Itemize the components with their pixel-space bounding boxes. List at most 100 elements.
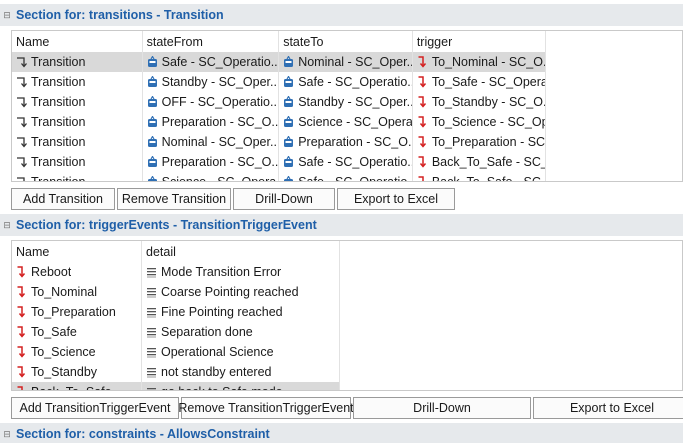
cell-state-from[interactable]: Preparation - SC_O...	[143, 112, 280, 132]
column-header[interactable]: stateFrom	[143, 31, 280, 52]
table-row[interactable]: Transition Standby - SC_Oper... Safe - SC_…	[12, 72, 682, 92]
remove-transition-button[interactable]: Remove Transition	[117, 188, 231, 210]
cell-name[interactable]: To_Nominal	[12, 282, 142, 302]
trigger-event-icon	[417, 156, 428, 168]
cell-state-from[interactable]: Nominal - SC_Oper...	[143, 132, 280, 152]
cell-detail[interactable]: Coarse Pointing reached	[142, 282, 340, 302]
add-trigger-event-button[interactable]: Add TransitionTriggerEvent	[11, 397, 179, 419]
section-header-trigger-events[interactable]: ⊟ Section for: triggerEvents - Transitio…	[0, 214, 683, 236]
cell-state-to[interactable]: Science - SC_Opera...	[279, 112, 413, 132]
collapse-toggle-icon[interactable]: ⊟	[2, 429, 12, 439]
cell-detail-text: Separation done	[161, 325, 253, 339]
column-header-text: trigger	[416, 34, 453, 49]
table-row[interactable]: Transition Science - SC_Opera... Safe - SC…	[12, 172, 682, 181]
cell-state-to[interactable]: Preparation - SC_O...	[279, 132, 413, 152]
cell-detail[interactable]: not standby entered	[142, 362, 340, 382]
cell-detail[interactable]: Fine Pointing reached	[142, 302, 340, 322]
transition-arrow-icon	[16, 136, 27, 148]
cell-trigger[interactable]: Back_To_Safe - SC_...	[413, 152, 547, 172]
cell-name[interactable]: Transition	[12, 92, 143, 112]
column-header[interactable]: Name	[12, 31, 143, 52]
add-transition-button[interactable]: Add Transition	[11, 188, 115, 210]
cell-state-to[interactable]: Safe - SC_Operatio...	[279, 152, 413, 172]
cell-state-from[interactable]: Preparation - SC_O...	[143, 152, 280, 172]
export-to-excel-button[interactable]: Export to Excel	[337, 188, 455, 210]
cell-trigger[interactable]: To_Standby - SC_O...	[413, 92, 547, 112]
table-row[interactable]: Transition Nominal - SC_Oper... Preparatio…	[12, 132, 682, 152]
cell-name[interactable]: Transition	[12, 52, 143, 72]
export-to-excel-button[interactable]: Export to Excel	[533, 397, 683, 419]
table-row[interactable]: Transition Preparation - SC_O... Science -…	[12, 112, 682, 132]
trigger-event-icon	[16, 266, 27, 278]
collapse-toggle-icon[interactable]: ⊟	[2, 220, 12, 230]
cell-detail-text: Mode Transition Error	[161, 265, 282, 279]
empty-cell	[340, 282, 682, 302]
column-header[interactable]: stateTo	[279, 31, 413, 52]
cell-state-to[interactable]: Safe - SC_Operatio...	[279, 172, 413, 181]
cell-name[interactable]: Transition	[12, 172, 143, 181]
cell-name[interactable]: Transition	[12, 112, 143, 132]
cell-name[interactable]: To_Standby	[12, 362, 142, 382]
cell-trigger[interactable]: To_Science - SC_Op...	[413, 112, 547, 132]
column-header-text: stateFrom	[146, 34, 203, 49]
table-row[interactable]: To_Standby not standby entered	[12, 362, 682, 382]
cell-state-to[interactable]: Nominal - SC_Oper...	[279, 52, 413, 72]
trigger-events-table[interactable]: Name detail Reboot Mode Transition Error To_…	[11, 240, 683, 391]
section-header-constraints[interactable]: ⊟ Section for: constraints - AllowsConst…	[0, 423, 683, 443]
transitions-table[interactable]: Name stateFrom stateTo trigger Transition Saf…	[11, 30, 683, 182]
cell-detail[interactable]: Operational Science	[142, 342, 340, 362]
trigger-event-icon	[16, 326, 27, 338]
remove-trigger-event-button[interactable]: Remove TransitionTriggerEvent	[178, 397, 354, 419]
cell-detail[interactable]: Mode Transition Error	[142, 262, 340, 282]
table-row[interactable]: To_Nominal Coarse Pointing reached	[12, 282, 682, 302]
table-row[interactable]: Transition Preparation - SC_O... Safe - SC…	[12, 152, 682, 172]
cell-trigger-text: To_Nominal - SC_O...	[431, 55, 546, 69]
cell-state-to[interactable]: Standby - SC_Oper...	[279, 92, 413, 112]
cell-name[interactable]: To_Science	[12, 342, 142, 362]
cell-trigger[interactable]: Back_To_Safe - SC_...	[413, 172, 547, 181]
table-row[interactable]: Reboot Mode Transition Error	[12, 262, 682, 282]
cell-trigger[interactable]: To_Nominal - SC_O...	[412, 52, 547, 72]
cell-trigger[interactable]: To_Preparation - SC...	[413, 132, 547, 152]
column-header[interactable]: trigger	[413, 31, 547, 52]
cell-state-from[interactable]: Safe - SC_Operatio...	[143, 52, 280, 72]
state-icon	[147, 115, 158, 128]
column-header[interactable]: Name	[12, 241, 142, 262]
cell-name[interactable]: Reboot	[12, 262, 142, 282]
cell-state-from[interactable]: OFF - SC_Operatio...	[143, 92, 280, 112]
cell-name-text: Transition	[31, 95, 86, 109]
cell-name-text: To_Science	[31, 345, 96, 359]
cell-state-from-text: Nominal - SC_Oper...	[161, 135, 279, 149]
cell-detail[interactable]: go back to Safe mode	[142, 382, 340, 390]
column-header[interactable]: detail	[142, 241, 340, 262]
text-detail-icon	[146, 346, 157, 358]
cell-name[interactable]: Transition	[12, 132, 143, 152]
table-row[interactable]: Back_To_Safe go back to Safe mode	[12, 382, 682, 390]
table-row[interactable]: Transition Safe - SC_Operatio... Nominal -…	[12, 52, 682, 72]
cell-detail[interactable]: Separation done	[142, 322, 340, 342]
collapse-toggle-icon[interactable]: ⊟	[2, 10, 12, 20]
text-detail-icon	[146, 306, 157, 318]
cell-name[interactable]: Transition	[12, 72, 143, 92]
cell-name[interactable]: To_Safe	[12, 322, 142, 342]
section-title: Section for: transitions - Transition	[16, 8, 224, 22]
cell-state-from[interactable]: Science - SC_Opera...	[143, 172, 280, 181]
table-row[interactable]: To_Science Operational Science	[12, 342, 682, 362]
cell-name[interactable]: Back_To_Safe	[12, 382, 142, 390]
section-header-transitions[interactable]: ⊟ Section for: transitions - Transition	[0, 4, 683, 26]
empty-cell	[340, 382, 682, 390]
cell-state-to[interactable]: Safe - SC_Operatio...	[279, 72, 413, 92]
cell-trigger[interactable]: To_Safe - SC_Opera...	[413, 72, 547, 92]
cell-name[interactable]: To_Preparation	[12, 302, 142, 322]
cell-name[interactable]: Transition	[12, 152, 143, 172]
transitions-button-bar: Add Transition Remove Transition Drill-Dow…	[11, 188, 457, 210]
table-row[interactable]: Transition OFF - SC_Operatio... Standby - …	[12, 92, 682, 112]
table-row[interactable]: To_Safe Separation done	[12, 322, 682, 342]
text-detail-icon	[146, 366, 157, 378]
cell-state-from[interactable]: Standby - SC_Oper...	[143, 72, 280, 92]
drill-down-button[interactable]: Drill-Down	[353, 397, 531, 419]
table-row[interactable]: To_Preparation Fine Pointing reached	[12, 302, 682, 322]
drill-down-button[interactable]: Drill-Down	[233, 188, 335, 210]
text-detail-icon	[146, 286, 157, 298]
state-icon	[147, 135, 158, 148]
